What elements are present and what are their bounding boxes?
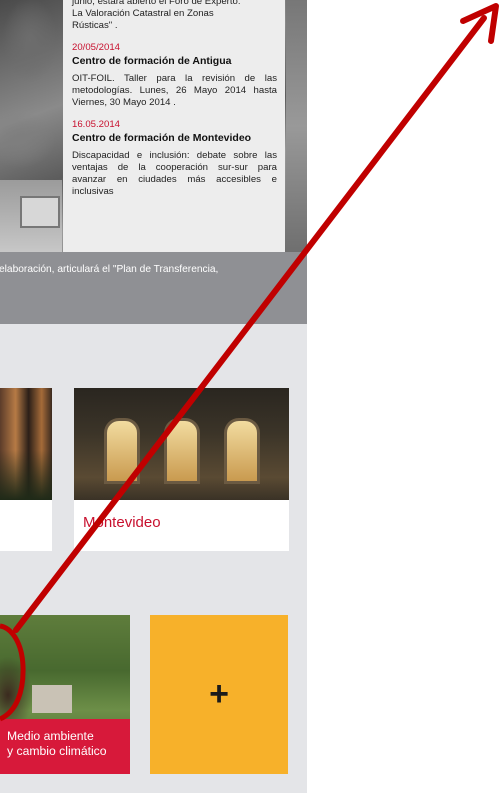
site-column: junio, estará abierto el Foro de Experto… [0,0,307,793]
tile-environment[interactable]: Medio ambiente y cambio climático [0,615,130,774]
tile-environment-caption: Medio ambiente y cambio climático [0,719,130,774]
news-top-line-2: La Valoración Catastral en Zonas [72,8,214,19]
arch-window [224,418,260,484]
news-title[interactable]: Centro de formación de Antigua [72,55,277,67]
news-date: 20/05/2014 [72,42,121,53]
plus-icon: + [209,675,229,713]
news-description: OIT-FOIL. Taller para la revisión de las… [72,73,277,108]
center-card-montevideo[interactable]: Montevideo [74,388,289,551]
news-description: Discapacidad e inclusión: debate sobre l… [72,150,277,197]
news-top-line-1: junio, estará abierto el Foro de Experto… [72,0,241,7]
arch-window [164,418,200,484]
arch-window [104,418,140,484]
arrow-head-icon [460,3,499,44]
news-title[interactable]: Centro de formación de Montevideo [72,132,277,144]
tile-environment-line-2: y cambio climático [7,744,107,758]
intro-band: elaboración, articulará el "Plan de Tran… [0,252,307,324]
news-item[interactable]: 16.05.2014 Centro de formación de Montev… [72,119,277,198]
more-tiles-button[interactable]: + [150,615,288,774]
news-panel: junio, estará abierto el Foro de Experto… [63,0,285,252]
montevideo-label[interactable]: Montevideo [83,514,161,531]
news-top-line-3: Rústicas" . [72,20,118,31]
tile-environment-line-1: Medio ambiente [7,729,94,743]
center-card-image [0,388,52,500]
intro-band-text: elaboración, articulará el "Plan de Tran… [0,264,219,275]
news-top-text: junio, estará abierto el Foro de Experto… [72,0,277,32]
news-item[interactable]: 20/05/2014 Centro de formación de Antigu… [72,42,277,109]
hero-photo-edge [286,0,307,252]
hero-photo: junio, estará abierto el Foro de Experto… [0,0,307,252]
montevideo-image [74,388,289,500]
hero-monitor [20,196,60,228]
news-date: 16.05.2014 [72,119,121,130]
center-card-antigua[interactable] [0,388,52,551]
tile-environment-house [32,685,72,713]
